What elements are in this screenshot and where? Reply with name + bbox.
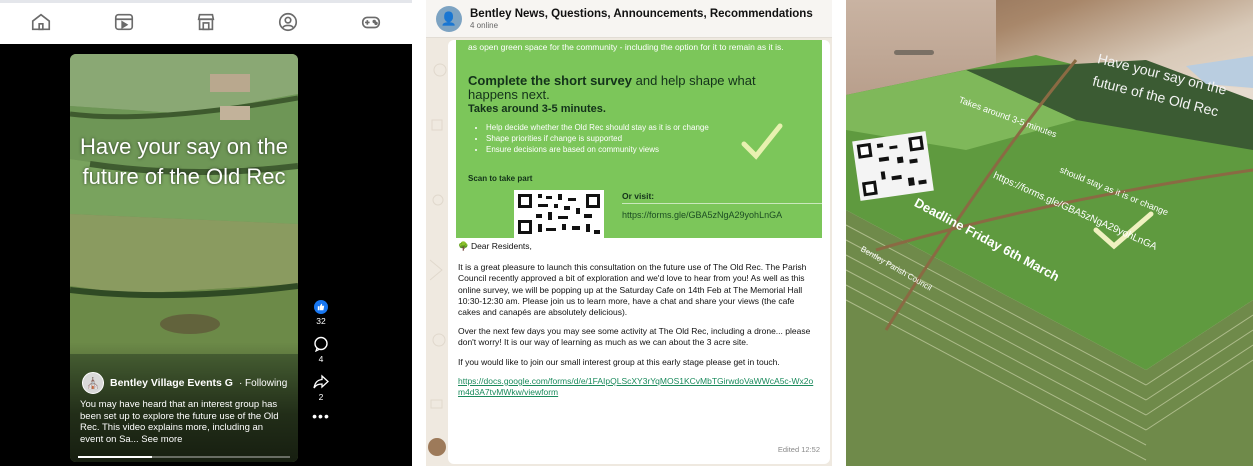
whatsapp-chat-panel: 👤 Bentley News, Questions, Announcements…	[426, 0, 832, 466]
message-bubble[interactable]: as open green space for the community - …	[448, 40, 830, 464]
poster-headline-bold: Complete the short survey	[468, 73, 632, 88]
message-text: 🌳 Dear Residents, It is a great pleasure…	[458, 238, 818, 406]
reel-overlay-title: Have your say on the future of the Old R…	[80, 134, 288, 189]
more-options-button[interactable]: •••	[312, 408, 330, 424]
poster-bullet: Shape priorities if change is supported	[486, 133, 756, 144]
poster-duration: Takes around 3-5 minutes.	[468, 103, 606, 115]
survey-poster-image[interactable]: as open green space for the community - …	[456, 40, 822, 238]
video-icon[interactable]	[113, 11, 135, 33]
nav-divider	[0, 0, 412, 3]
flyer-qr-code	[852, 131, 934, 201]
checkmark-icon	[741, 123, 783, 160]
leaflet-photo-panel: Have your say on the future of the Old R…	[846, 0, 1253, 466]
group-title[interactable]: Bentley News, Questions, Announcements, …	[470, 8, 813, 20]
message-paragraph: Over the next few days you may see some …	[458, 326, 811, 348]
following-label[interactable]: · Following	[239, 378, 287, 389]
leaflet-stack-photo	[846, 55, 1253, 466]
message-greeting: 🌳 Dear Residents,	[458, 241, 532, 251]
reel-video[interactable]: Have your say on the future of the Old R…	[70, 54, 298, 462]
chat-header[interactable]: 👤 Bentley News, Questions, Announcements…	[426, 0, 832, 38]
poster-headline: Complete the short survey and help shape…	[468, 74, 788, 102]
author-avatar[interactable]: ⛪	[82, 372, 104, 394]
home-icon[interactable]	[30, 11, 52, 33]
qr-code-icon	[514, 190, 604, 238]
more-icon: •••	[312, 408, 330, 424]
author-name[interactable]: Bentley Village Events G	[110, 377, 233, 389]
facebook-reel-panel: Have your say on the future of the Old R…	[0, 0, 412, 466]
message-paragraph: It is a great pleasure to launch this co…	[458, 262, 807, 318]
group-avatar[interactable]: 👤	[436, 5, 462, 32]
form-link[interactable]: https://docs.google.com/forms/d/e/1FAIpQ…	[458, 376, 818, 398]
share-icon	[313, 374, 329, 389]
reel-caption[interactable]: You may have heard that an interest grou…	[80, 399, 288, 445]
top-navigation	[0, 0, 412, 44]
thumbs-up-icon	[314, 300, 328, 314]
like-button[interactable]: 32	[314, 300, 328, 326]
poster-bullet: Ensure decisions are based on community …	[486, 144, 756, 155]
poster-top-text: as open green space for the community - …	[468, 42, 784, 52]
like-count: 32	[316, 316, 326, 326]
message-paragraph: If you would like to join our small inte…	[458, 356, 780, 367]
share-button[interactable]: 2	[313, 374, 329, 402]
reel-actions: 32 4 2 •••	[306, 300, 336, 430]
marketplace-icon[interactable]	[195, 11, 217, 33]
gaming-icon[interactable]	[360, 11, 382, 33]
video-progress-bar[interactable]	[78, 456, 290, 458]
comment-button[interactable]: 4	[313, 336, 329, 364]
comment-icon	[314, 336, 328, 352]
poster-divider	[622, 203, 822, 204]
poster-or-visit: Or visit:	[622, 191, 655, 201]
poster-bullet: Help decide whether the Old Rec should s…	[486, 122, 756, 133]
sender-avatar[interactable]	[428, 438, 446, 456]
poster-bullets: Help decide whether the Old Rec should s…	[476, 122, 756, 155]
share-count: 2	[318, 392, 324, 402]
poster-url: https://forms.gle/GBA5zNgA29yohLnGA	[622, 210, 783, 220]
message-timestamp: Edited 12:52	[777, 445, 820, 454]
profile-icon[interactable]	[277, 11, 299, 33]
reel-author[interactable]: ⛪ Bentley Village Events G · Following	[82, 372, 287, 394]
comment-count: 4	[318, 354, 324, 364]
video-progress-fill	[78, 456, 153, 458]
poster-scan-label: Scan to take part	[468, 174, 533, 183]
group-online-status: 4 online	[470, 20, 499, 30]
